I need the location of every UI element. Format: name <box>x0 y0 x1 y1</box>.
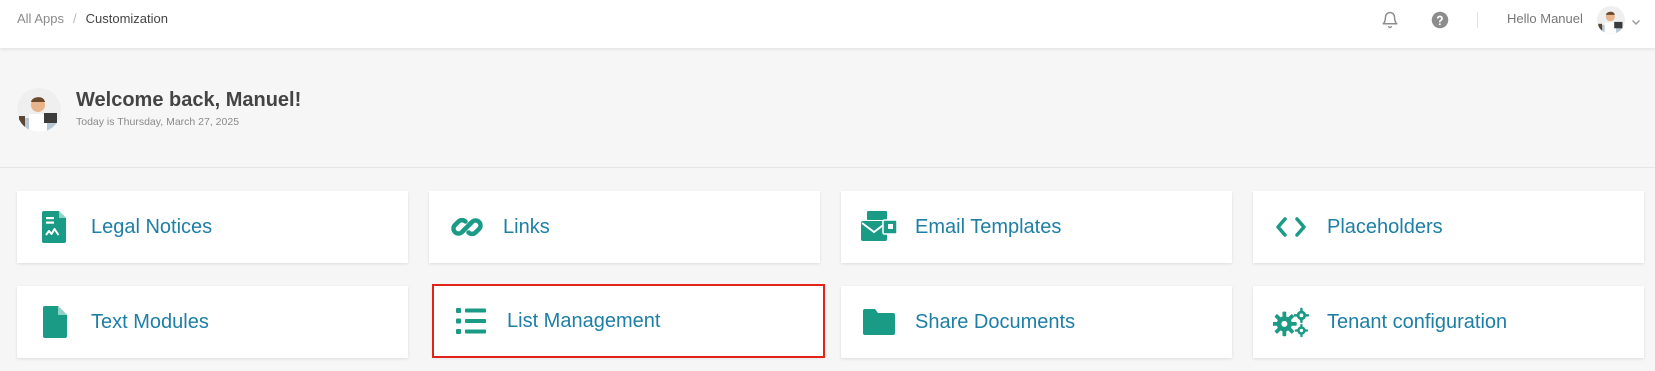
list-icon <box>453 303 489 339</box>
breadcrumb-current: Customization <box>85 11 168 26</box>
tile-list-management[interactable]: List Management <box>432 284 825 358</box>
tile-label: Text Modules <box>91 310 209 333</box>
tile-label: Legal Notices <box>91 215 213 238</box>
document-icon <box>37 209 73 245</box>
email-template-icon <box>861 209 897 245</box>
tile-text-modules[interactable]: Text Modules <box>17 286 408 358</box>
tile-label: Placeholders <box>1327 215 1443 238</box>
header-divider <box>1477 12 1478 28</box>
chevron-down-icon[interactable] <box>1631 14 1641 25</box>
tile-links[interactable]: Links <box>429 191 820 263</box>
user-greeting[interactable]: Hello Manuel <box>1507 11 1583 26</box>
breadcrumb-separator: / <box>72 11 77 26</box>
welcome-date: Today is Thursday, March 27, 2025 <box>76 116 240 128</box>
tile-label: Links <box>503 215 550 238</box>
tile-placeholders[interactable]: Placeholders <box>1253 191 1644 263</box>
code-icon <box>1273 209 1309 245</box>
tile-label: Tenant configuration <box>1327 310 1508 333</box>
help-icon[interactable] <box>1429 9 1451 31</box>
tile-share-documents[interactable]: Share Documents <box>841 286 1232 358</box>
breadcrumb-all-apps[interactable]: All Apps <box>17 11 64 26</box>
file-icon <box>37 304 73 340</box>
welcome-section: Welcome back, Manuel! Today is Thursday,… <box>0 48 1655 168</box>
link-icon <box>449 209 485 245</box>
folder-icon <box>861 304 897 340</box>
breadcrumb: All Apps / Customization <box>17 11 168 26</box>
tile-tenant-configuration[interactable]: Tenant configuration <box>1253 286 1644 358</box>
top-bar: All Apps / Customization Hello Manuel <box>0 0 1655 48</box>
avatar <box>17 88 61 132</box>
tile-legal-notices[interactable]: Legal Notices <box>17 191 408 263</box>
user-avatar[interactable] <box>1597 6 1625 34</box>
gears-icon <box>1273 304 1309 340</box>
bell-icon[interactable] <box>1379 9 1401 31</box>
tile-label: Email Templates <box>915 215 1062 238</box>
tile-label: List Management <box>507 309 661 332</box>
welcome-title: Welcome back, Manuel! <box>76 89 302 111</box>
tile-email-templates[interactable]: Email Templates <box>841 191 1232 263</box>
tile-label: Share Documents <box>915 310 1076 333</box>
